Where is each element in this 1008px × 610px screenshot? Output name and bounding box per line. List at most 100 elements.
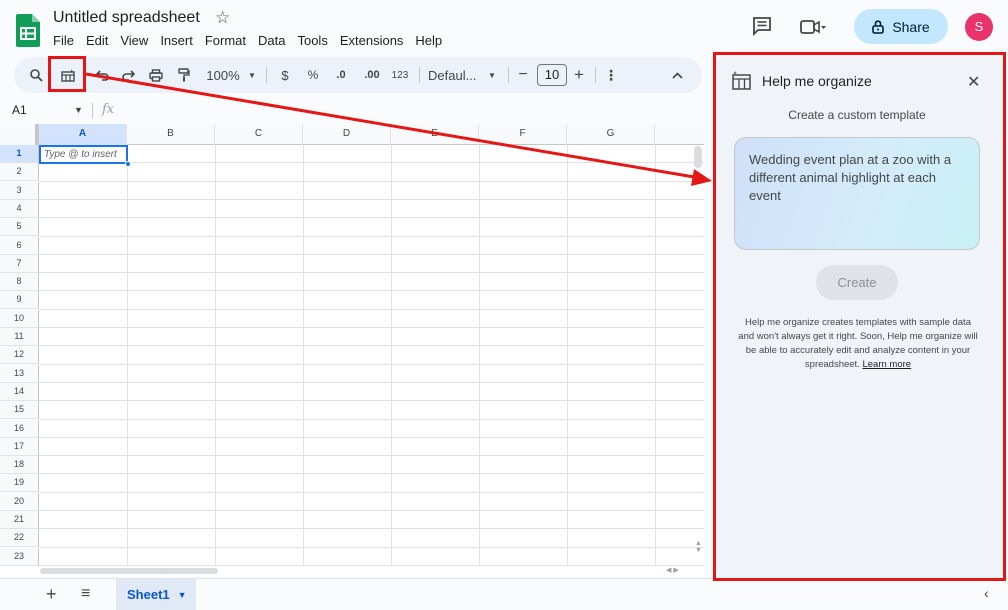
menu-format[interactable]: Format <box>199 33 252 49</box>
redo-icon[interactable] <box>118 57 138 93</box>
row-header-8[interactable]: 8 <box>0 273 39 292</box>
row-header-13[interactable]: 13 <box>0 364 39 383</box>
annotation-highlight-toolbar-button <box>48 56 86 92</box>
star-icon[interactable]: ☆ <box>215 8 230 28</box>
share-button[interactable]: Share <box>854 9 948 44</box>
row-header-1[interactable]: 1 <box>0 145 39 163</box>
row-header-4[interactable]: 4 <box>0 199 39 218</box>
zoom-value: 100% <box>206 67 240 83</box>
spreadsheet-grid[interactable]: ABCDEFG 1 2 3 4 5 6 7 8 9 10 11 12 13 14 15 16 17 18 19 20 2… <box>0 124 704 566</box>
name-box[interactable]: A1 <box>12 103 27 117</box>
grid-row-line <box>39 253 704 255</box>
grid-row-line <box>39 528 704 530</box>
row-header-12[interactable]: 12 <box>0 346 39 365</box>
grid-row-line <box>39 473 704 475</box>
document-title[interactable]: Untitled spreadsheet <box>53 9 200 27</box>
paint-format-icon[interactable] <box>174 57 194 93</box>
grid-column-line <box>479 145 480 566</box>
row-header-16[interactable]: 16 <box>0 419 39 438</box>
menu-help[interactable]: Help <box>409 33 448 49</box>
more-options-icon[interactable]: ⋮ <box>604 57 618 93</box>
name-box-dropdown-icon[interactable]: ▼ <box>74 105 83 115</box>
row-header-11[interactable]: 11 <box>0 328 39 346</box>
row-header-3[interactable]: 3 <box>0 181 39 200</box>
active-cell-a1[interactable]: Type @ to insert <box>39 145 128 164</box>
menu-edit[interactable]: Edit <box>80 33 114 49</box>
grid-row-line <box>39 198 704 200</box>
scroll-up-icon[interactable]: ▲ ▼ <box>695 540 702 554</box>
sheets-logo-icon[interactable] <box>16 14 40 47</box>
print-icon[interactable] <box>146 57 166 93</box>
meet-camera-icon[interactable] <box>800 18 826 36</box>
column-header-g[interactable]: G <box>567 124 655 145</box>
sheet-tab-label: Sheet1 <box>127 587 170 602</box>
row-header-21[interactable]: 21 <box>0 511 39 529</box>
chevron-left-icon[interactable]: ‹ <box>984 585 989 601</box>
row-header-20[interactable]: 20 <box>0 492 39 511</box>
all-sheets-menu-icon[interactable]: ≡ <box>81 585 90 603</box>
row-header-9[interactable]: 9 <box>0 291 39 310</box>
row-header-23[interactable]: 23 <box>0 547 39 566</box>
menu-file[interactable]: File <box>47 33 80 49</box>
avatar[interactable]: S <box>965 13 993 41</box>
row-header-14[interactable]: 14 <box>0 382 39 401</box>
grid-row-line <box>39 235 704 237</box>
decrease-font-size-button[interactable]: − <box>516 57 530 93</box>
menu-insert[interactable]: Insert <box>154 33 199 49</box>
row-header-22[interactable]: 22 <box>0 529 39 548</box>
row-header-5[interactable]: 5 <box>0 218 39 237</box>
column-header-f[interactable]: F <box>479 124 567 145</box>
row-header-7[interactable]: 7 <box>0 254 39 273</box>
row-header-10[interactable]: 10 <box>0 309 39 328</box>
menu-data[interactable]: Data <box>252 33 291 49</box>
grid-column-line <box>391 145 392 566</box>
row-header-17[interactable]: 17 <box>0 437 39 456</box>
row-header-19[interactable]: 19 <box>0 474 39 493</box>
menu-view[interactable]: View <box>114 33 154 49</box>
column-header-a[interactable]: A <box>39 124 127 145</box>
share-label: Share <box>892 18 930 35</box>
row-header-6[interactable]: 6 <box>0 236 39 255</box>
comment-history-icon[interactable] <box>752 16 772 36</box>
grid-column-line <box>567 145 568 566</box>
font-size-input[interactable]: 10 <box>537 64 567 86</box>
column-header-e[interactable]: E <box>391 124 479 145</box>
menu-tools[interactable]: Tools <box>291 33 333 49</box>
column-header-c[interactable]: C <box>215 124 303 145</box>
formula-bar: A1 ▼ fx <box>0 100 704 122</box>
grid-row-line <box>39 546 704 548</box>
increase-font-size-button[interactable]: + <box>572 57 586 93</box>
horizontal-scrollbar[interactable] <box>40 568 218 574</box>
undo-icon[interactable] <box>92 57 112 93</box>
font-select[interactable]: Defaul... <box>428 57 488 93</box>
row-header-18[interactable]: 18 <box>0 456 39 475</box>
zoom-select[interactable]: 100% <box>202 57 244 93</box>
row-header-15[interactable]: 15 <box>0 401 39 420</box>
function-icon: fx <box>102 102 115 117</box>
decrease-decimal-button[interactable]: .0 <box>331 57 351 93</box>
select-all-corner[interactable] <box>0 124 39 145</box>
currency-format-button[interactable]: $ <box>278 57 292 93</box>
sheet-tab-dropdown-icon[interactable]: ▼ <box>178 590 187 600</box>
column-header-d[interactable]: D <box>303 124 391 145</box>
search-menus-icon[interactable] <box>26 57 46 93</box>
row-header-2[interactable]: 2 <box>0 163 39 182</box>
sheet-bar: + ≡ Sheet1 ▼ ‹ <box>0 578 1008 610</box>
more-formats-button[interactable]: 123 <box>389 57 411 93</box>
add-sheet-icon[interactable]: + <box>46 584 57 605</box>
grid-column-line <box>655 145 656 566</box>
menu-extensions[interactable]: Extensions <box>334 33 410 49</box>
scroll-left-right-icon[interactable]: ◀ ▶ <box>666 566 679 574</box>
vertical-scrollbar[interactable] <box>694 146 702 168</box>
toolbar-divider <box>419 67 420 83</box>
column-header-b[interactable]: B <box>127 124 215 145</box>
sheet-tab-active[interactable]: Sheet1 ▼ <box>116 579 196 610</box>
increase-decimal-button[interactable]: .00 <box>359 57 385 93</box>
percent-format-button[interactable]: % <box>305 57 321 93</box>
zoom-dropdown-icon[interactable]: ▼ <box>246 57 258 93</box>
toolbar-divider <box>508 67 509 83</box>
font-dropdown-icon[interactable]: ▼ <box>486 57 498 93</box>
chevron-up-icon[interactable] <box>670 57 684 93</box>
fill-handle[interactable] <box>125 161 131 167</box>
title-bar: Untitled spreadsheet ☆ File Edit View In… <box>0 0 1008 56</box>
